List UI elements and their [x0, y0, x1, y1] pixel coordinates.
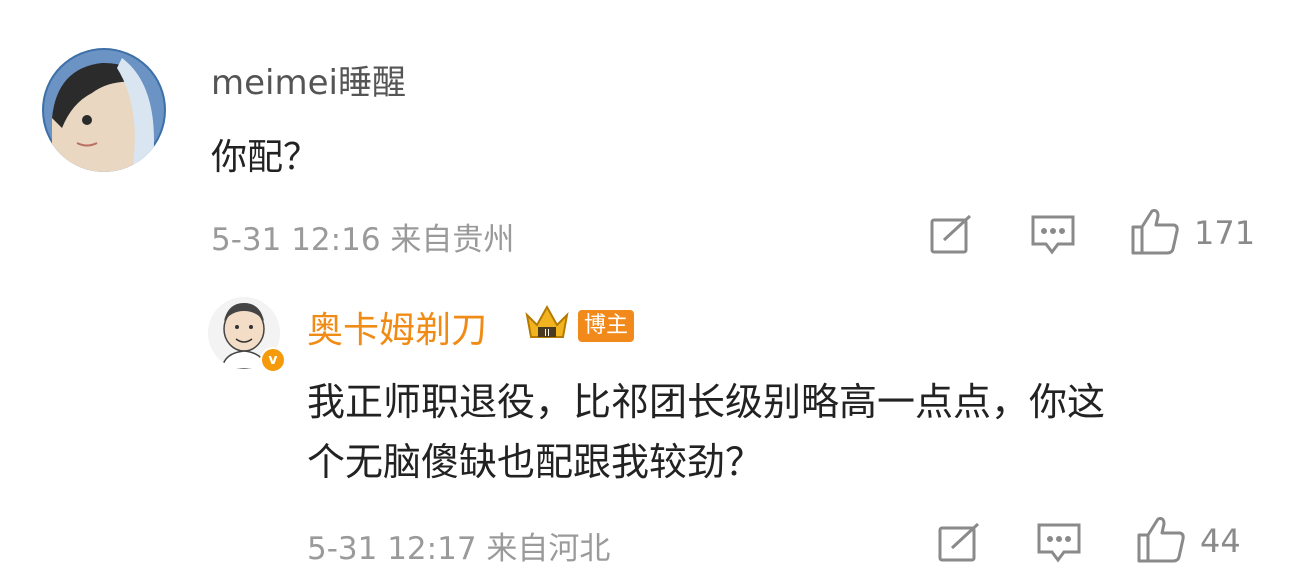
- comment-content: 你配？: [211, 137, 320, 178]
- share-icon[interactable]: [930, 214, 974, 258]
- reply-username[interactable]: 奥卡姆剃刀: [307, 301, 487, 353]
- verified-icon: v: [260, 347, 286, 373]
- comment-icon[interactable]: [1030, 214, 1076, 260]
- avatar[interactable]: [42, 48, 166, 172]
- comment-icon[interactable]: [1036, 522, 1082, 568]
- like-icon[interactable]: [1130, 207, 1180, 259]
- reply-avatar[interactable]: v: [208, 297, 288, 377]
- like-count: 44: [1200, 522, 1241, 560]
- reply-content-line: 我正师职退役，比祁团长级别略高一点点，你这: [307, 380, 1106, 424]
- reply-meta: 5-31 12:17 来自河北: [307, 531, 611, 567]
- reply-content: 我正师职退役，比祁团长级别略高一点点，你这 个无脑傻缺也配跟我较劲？: [307, 372, 1267, 492]
- like-icon[interactable]: [1136, 515, 1186, 567]
- crown-icon: II: [524, 303, 570, 345]
- reply-content-line: 个无脑傻缺也配跟我较劲？: [307, 440, 764, 484]
- comment-username[interactable]: meimei睡醒: [211, 55, 406, 104]
- like-count: 171: [1194, 214, 1256, 252]
- comment-meta: 5-31 12:16 来自贵州: [211, 222, 515, 258]
- blogger-badge: 博主: [578, 310, 635, 342]
- share-icon[interactable]: [938, 522, 982, 566]
- svg-text:II: II: [544, 328, 550, 339]
